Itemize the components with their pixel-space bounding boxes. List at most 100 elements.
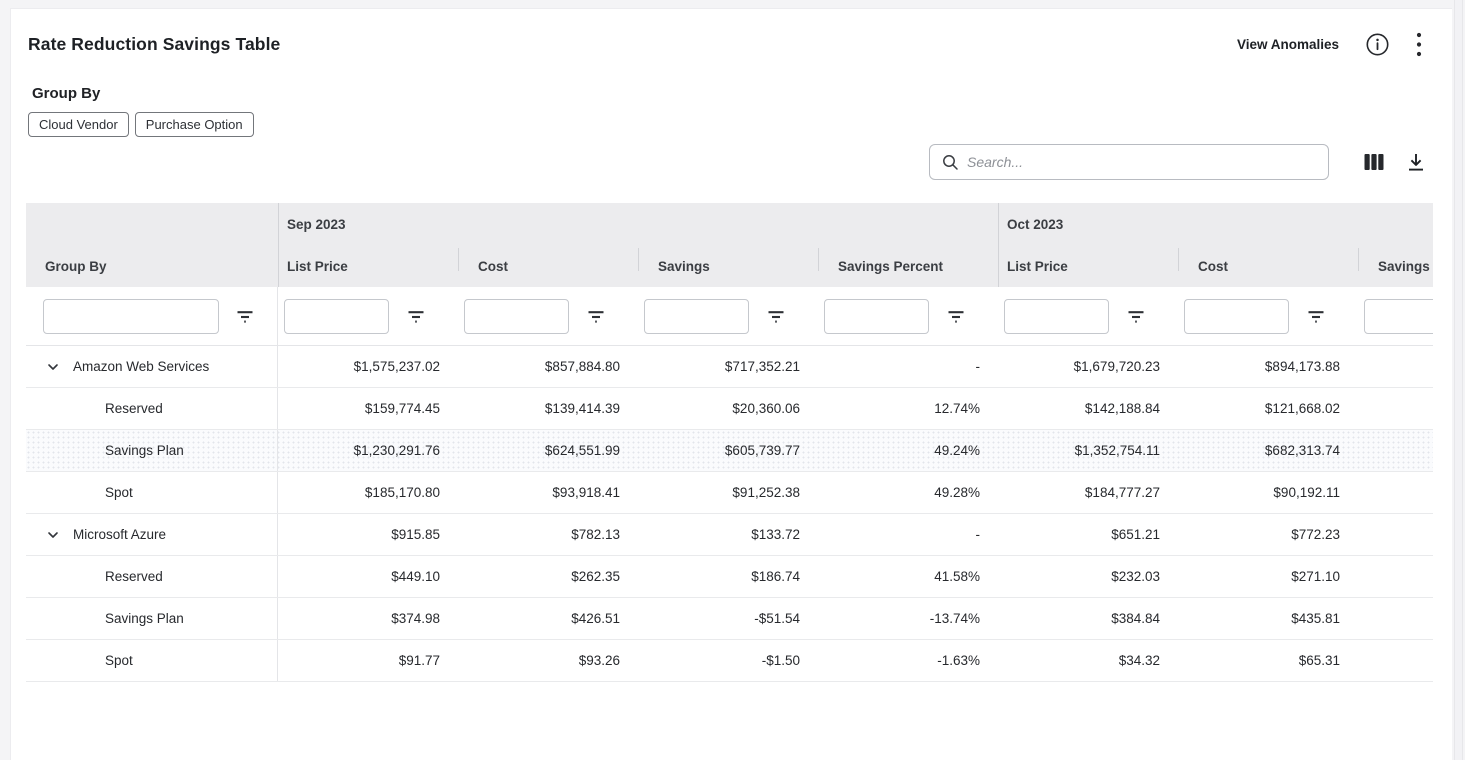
column-filter-input[interactable]	[284, 299, 389, 334]
column-header[interactable]: List Price	[998, 245, 1178, 287]
value-cell: $426.51	[458, 598, 638, 639]
group-row-cell: Microsoft Azure	[26, 514, 278, 555]
value-cell: $772.23	[1178, 514, 1358, 555]
column-filter-input[interactable]	[1184, 299, 1289, 334]
row-label: Spot	[105, 653, 133, 668]
column-header[interactable]: Savings	[1358, 245, 1433, 287]
value-cell: $185,170.80	[278, 472, 458, 513]
search-box[interactable]	[929, 144, 1329, 180]
filter-row	[26, 287, 1433, 346]
value-cell: 49.24%	[818, 430, 998, 471]
column-filter-input[interactable]	[644, 299, 749, 334]
value-cell: $449.10	[278, 556, 458, 597]
row-label: Amazon Web Services	[73, 359, 209, 374]
search-input[interactable]	[967, 154, 1316, 170]
filter-icon[interactable]	[1126, 306, 1146, 326]
table-row: Savings Plan$374.98$426.51-$51.54-13.74%…	[26, 598, 1433, 640]
filter-cell	[818, 299, 998, 334]
filter-cell	[638, 299, 818, 334]
value-cell: $435.81	[1178, 598, 1358, 639]
chevron-down-icon[interactable]	[46, 360, 60, 374]
value-cell: $651.21	[998, 514, 1178, 555]
column-header[interactable]: List Price	[278, 245, 458, 287]
filter-cell	[1358, 299, 1433, 334]
value-cell: -1.63%	[818, 640, 998, 681]
month-group-label: Oct 2023	[1007, 217, 1063, 232]
value-cell: $894,173.88	[1178, 346, 1358, 387]
table-row: Amazon Web Services$1,575,237.02$857,884…	[26, 346, 1433, 388]
value-cell	[1358, 388, 1433, 429]
value-cell: $782.13	[458, 514, 638, 555]
savings-table: Sep 2023Oct 2023 Group By List PriceCost…	[26, 203, 1433, 682]
value-cell: $133.72	[638, 514, 818, 555]
child-row-cell: Spot	[26, 640, 278, 681]
value-cell: $184,777.27	[998, 472, 1178, 513]
month-group-row: Sep 2023 Oct 2023	[26, 203, 1433, 245]
month-group-header: Oct 2023	[998, 203, 1433, 245]
row-label: Reserved	[105, 569, 163, 584]
value-cell: $624,551.99	[458, 430, 638, 471]
column-header[interactable]: Savings Percent	[818, 245, 998, 287]
column-header[interactable]: Cost	[458, 245, 638, 287]
table-body: Amazon Web Services$1,575,237.02$857,884…	[26, 346, 1433, 682]
table-row: Reserved$449.10$262.35$186.7441.58%$232.…	[26, 556, 1433, 598]
value-cell: $605,739.77	[638, 430, 818, 471]
row-label: Savings Plan	[105, 443, 184, 458]
filter-icon[interactable]	[586, 306, 606, 326]
filter-cell	[26, 287, 278, 345]
chip-purchase-option[interactable]: Purchase Option	[135, 112, 254, 137]
value-cell: $159,774.45	[278, 388, 458, 429]
value-cell: 41.58%	[818, 556, 998, 597]
table-row: Microsoft Azure$915.85$782.13$133.72-$65…	[26, 514, 1433, 556]
view-anomalies-button[interactable]: View Anomalies	[1237, 37, 1339, 52]
value-cell: -	[818, 346, 998, 387]
child-row-cell: Reserved	[26, 388, 278, 429]
savings-table-inner: Sep 2023Oct 2023 Group By List PriceCost…	[26, 203, 1433, 682]
columns-icon[interactable]	[1363, 152, 1385, 172]
group-by-label: Group By	[32, 85, 1452, 102]
page-title: Rate Reduction Savings Table	[28, 34, 280, 55]
value-cell: $1,679,720.23	[998, 346, 1178, 387]
child-row-cell: Spot	[26, 472, 278, 513]
value-cell	[1358, 598, 1433, 639]
download-icon[interactable]	[1405, 151, 1427, 173]
value-cell: $186.74	[638, 556, 818, 597]
value-cell	[1358, 472, 1433, 513]
chevron-down-icon[interactable]	[46, 528, 60, 542]
value-cell: $384.84	[998, 598, 1178, 639]
value-cell: $232.03	[998, 556, 1178, 597]
row-label: Savings Plan	[105, 611, 184, 626]
row-label: Reserved	[105, 401, 163, 416]
filter-icon[interactable]	[766, 306, 786, 326]
value-cell: $857,884.80	[458, 346, 638, 387]
table-row: Reserved$159,774.45$139,414.39$20,360.06…	[26, 388, 1433, 430]
table-row: Spot$185,170.80$93,918.41$91,252.3849.28…	[26, 472, 1433, 514]
filter-icon[interactable]	[235, 306, 255, 326]
value-cell: $915.85	[278, 514, 458, 555]
chip-cloud-vendor[interactable]: Cloud Vendor	[28, 112, 129, 137]
column-filter-input[interactable]	[1364, 299, 1433, 334]
month-group-label: Sep 2023	[287, 217, 346, 232]
info-icon[interactable]	[1365, 32, 1390, 57]
value-cell	[1358, 514, 1433, 555]
vertical-scrollbar[interactable]	[1454, 0, 1463, 760]
filter-cell	[458, 299, 638, 334]
group-by-section: Group By Cloud Vendor Purchase Option	[32, 85, 1452, 137]
column-header[interactable]: Savings	[638, 245, 818, 287]
filter-icon[interactable]	[1306, 306, 1326, 326]
column-header[interactable]: Cost	[1178, 245, 1358, 287]
column-filter-input[interactable]	[824, 299, 929, 334]
filter-icon[interactable]	[406, 306, 426, 326]
kebab-menu-icon[interactable]	[1416, 31, 1422, 58]
column-filter-input[interactable]	[43, 299, 219, 334]
value-cell: $121,668.02	[1178, 388, 1358, 429]
child-row-cell: Savings Plan	[26, 430, 278, 471]
column-header-group-by: Group By	[26, 245, 278, 287]
column-filter-input[interactable]	[1004, 299, 1109, 334]
table-row: Spot$91.77$93.26-$1.50-1.63%$34.32$65.31	[26, 640, 1433, 682]
filter-icon[interactable]	[946, 306, 966, 326]
value-cell: -13.74%	[818, 598, 998, 639]
column-filter-input[interactable]	[464, 299, 569, 334]
value-cell: $90,192.11	[1178, 472, 1358, 513]
filter-cell	[278, 299, 458, 334]
